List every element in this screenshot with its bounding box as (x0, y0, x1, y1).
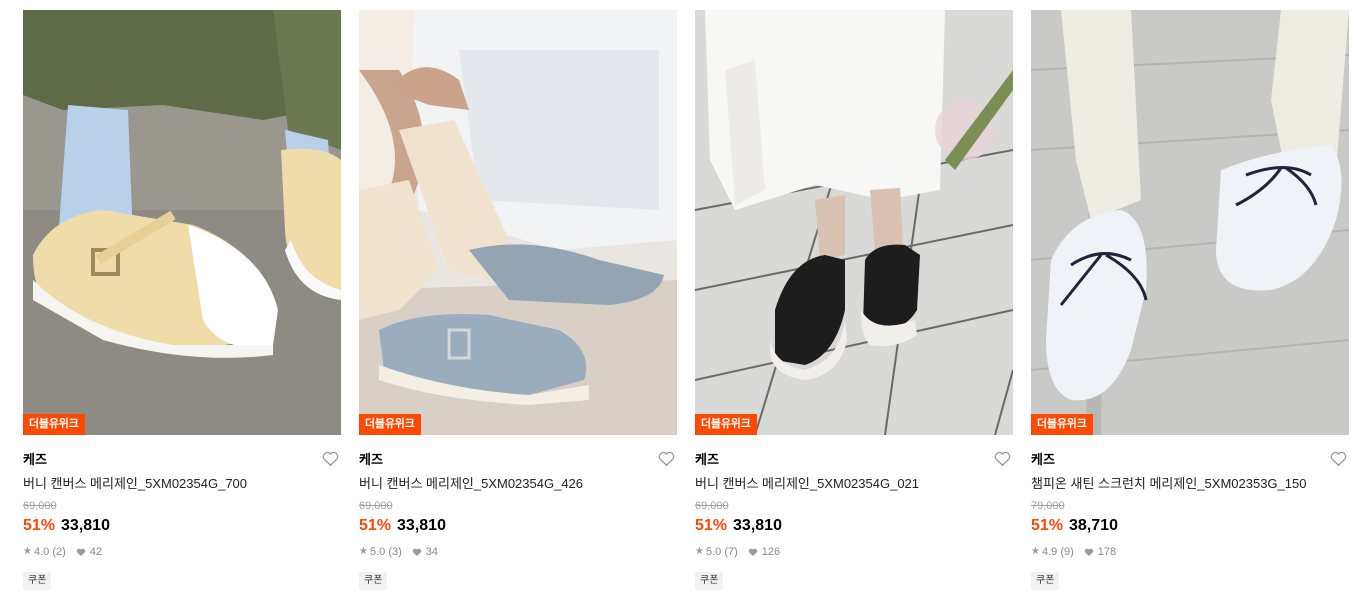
sale-price: 33,810 (733, 517, 782, 534)
like-heart-icon (748, 548, 757, 556)
original-price: 79,000 (1031, 500, 1065, 512)
product-stats: ★ 5.0 (3) 34 (359, 545, 677, 559)
rating: 5.0 (369, 546, 386, 558)
coupon-tag: 쿠폰 (23, 572, 52, 590)
rating: 4.0 (33, 546, 50, 558)
product-image[interactable]: 더블유위크 (1031, 10, 1349, 435)
discount-rate: 51% (1031, 517, 1064, 534)
product-photo-yellow (23, 10, 341, 435)
discount-rate: 51% (359, 517, 392, 534)
wishlist-heart-icon[interactable] (1330, 451, 1347, 467)
review-count: (2) (52, 546, 66, 558)
product-card[interactable]: 더블유위크 케즈 버니 캔버스 메리제인_5XM02354G_426 69,00… (359, 10, 677, 599)
sale-price: 33,810 (397, 517, 446, 534)
discount-rate: 51% (695, 517, 728, 534)
product-photo-white (1031, 10, 1349, 435)
brand-name[interactable]: 케즈 (695, 452, 1013, 468)
original-price: 69,000 (23, 500, 57, 512)
brand-name[interactable]: 케즈 (1031, 452, 1349, 468)
product-stats: ★ 4.0 (2) 42 (23, 545, 341, 559)
like-count: 34 (425, 546, 439, 558)
rating: 5.0 (705, 546, 722, 558)
product-stats: ★ 5.0 (7) 126 (695, 545, 1013, 559)
wishlist-heart-icon[interactable] (322, 451, 339, 467)
original-price: 69,000 (359, 500, 393, 512)
event-badge: 더블유위크 (1031, 414, 1093, 435)
star-icon: ★ (1031, 546, 1040, 557)
like-count: 126 (761, 546, 781, 558)
like-count: 178 (1097, 546, 1117, 558)
product-grid: 더블유위크 케즈 버니 캔버스 메리제인_5XM02354G_700 69,00… (0, 0, 1355, 599)
product-image[interactable]: 더블유위크 (23, 10, 341, 435)
product-title[interactable]: 버니 캔버스 메리제인_5XM02354G_700 (23, 476, 341, 492)
star-icon: ★ (695, 546, 704, 557)
price-row: 51% 33,810 (23, 516, 341, 536)
discount-rate: 51% (23, 517, 56, 534)
event-badge: 더블유위크 (695, 414, 757, 435)
sale-price: 33,810 (61, 517, 110, 534)
like-heart-icon (76, 548, 85, 556)
star-icon: ★ (359, 546, 368, 557)
original-price: 69,000 (695, 500, 729, 512)
product-stats: ★ 4.9 (9) 178 (1031, 545, 1349, 559)
wishlist-heart-icon[interactable] (658, 451, 675, 467)
like-heart-icon (412, 548, 421, 556)
event-badge: 더블유위크 (23, 414, 85, 435)
brand-name[interactable]: 케즈 (23, 452, 341, 468)
brand-name[interactable]: 케즈 (359, 452, 677, 468)
price-row: 51% 38,710 (1031, 516, 1349, 536)
review-count: (7) (724, 546, 738, 558)
star-icon: ★ (23, 546, 32, 557)
coupon-tag: 쿠폰 (695, 572, 724, 590)
product-title[interactable]: 챔피온 새틴 스크런치 메리제인_5XM02353G_150 (1031, 476, 1349, 492)
product-card[interactable]: 더블유위크 케즈 챔피온 새틴 스크런치 메리제인_5XM02353G_150 … (1031, 10, 1349, 599)
coupon-tag: 쿠폰 (1031, 572, 1060, 590)
product-title[interactable]: 버니 캔버스 메리제인_5XM02354G_426 (359, 476, 677, 492)
review-count: (3) (388, 546, 402, 558)
product-title[interactable]: 버니 캔버스 메리제인_5XM02354G_021 (695, 476, 1013, 492)
product-card[interactable]: 더블유위크 케즈 버니 캔버스 메리제인_5XM02354G_021 69,00… (695, 10, 1013, 599)
like-count: 42 (89, 546, 103, 558)
rating: 4.9 (1041, 546, 1058, 558)
product-photo-black (695, 10, 1013, 435)
coupon-tag: 쿠폰 (359, 572, 388, 590)
sale-price: 38,710 (1069, 517, 1118, 534)
review-count: (9) (1060, 546, 1074, 558)
wishlist-heart-icon[interactable] (994, 451, 1011, 467)
product-card[interactable]: 더블유위크 케즈 버니 캔버스 메리제인_5XM02354G_700 69,00… (23, 10, 341, 599)
event-badge: 더블유위크 (359, 414, 421, 435)
price-row: 51% 33,810 (359, 516, 677, 536)
product-photo-blue (359, 10, 677, 435)
like-heart-icon (1084, 548, 1093, 556)
product-image[interactable]: 더블유위크 (359, 10, 677, 435)
product-image[interactable]: 더블유위크 (695, 10, 1013, 435)
price-row: 51% 33,810 (695, 516, 1013, 536)
